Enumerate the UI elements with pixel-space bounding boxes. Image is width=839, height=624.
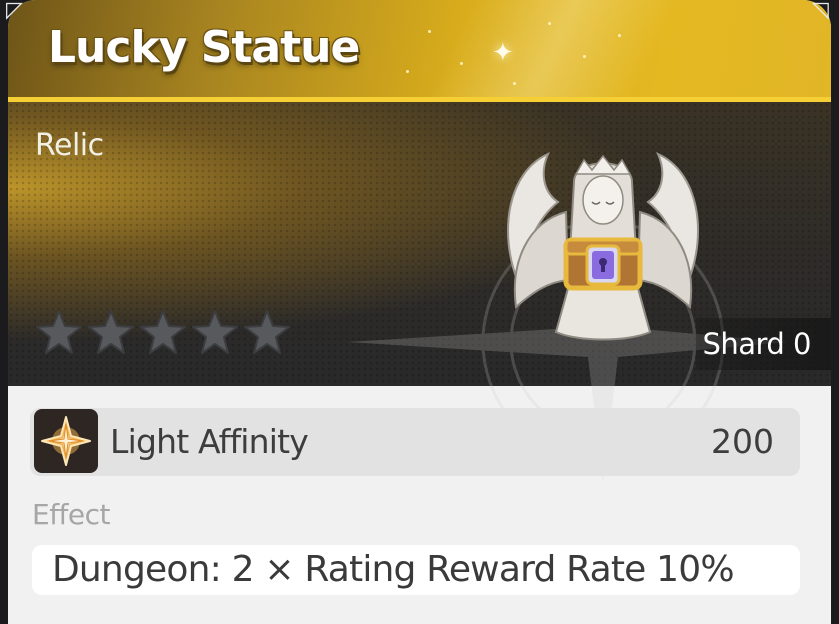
effect-heading: Effect [32, 498, 111, 531]
empty-star-icon [192, 310, 238, 354]
affinity-label: Light Affinity [110, 422, 309, 461]
effect-description: Dungeon: 2 × Rating Reward Rate 10% [52, 549, 735, 590]
title-banner: ✦ Lucky Statue [8, 0, 831, 160]
sparkle-dot [513, 82, 516, 85]
empty-star-icon [88, 310, 134, 354]
light-affinity-compass-star-icon [34, 409, 98, 473]
star-rating [34, 308, 292, 358]
lucky-statue-illustration [507, 152, 699, 341]
sparkle-dot [583, 55, 586, 58]
affinity-row: Light Affinity 200 [30, 408, 800, 476]
sparkle-dot [548, 22, 551, 25]
sparkle-icon: ✦ [492, 38, 514, 68]
sparkle-dot [618, 34, 621, 37]
item-title: Lucky Statue [48, 22, 360, 73]
sparkle-dot [406, 70, 409, 73]
sparkle-dot [460, 62, 463, 65]
frame-corner-ornament-icon: ◸ [6, 0, 23, 23]
empty-star-icon [140, 310, 186, 354]
effect-box: Dungeon: 2 × Rating Reward Rate 10% [32, 545, 800, 595]
empty-star-icon [244, 310, 290, 354]
frame-corner-ornament-icon: ◹ [812, 0, 829, 23]
item-category: Relic [35, 128, 104, 163]
sparkle-dot [428, 30, 431, 33]
shard-count: Shard 0 [696, 318, 831, 370]
affinity-value: 200 [711, 422, 774, 461]
empty-star-icon [36, 310, 82, 354]
item-detail-card: ✦ Lucky Statue Relic Shard 0 Light Affin… [8, 0, 831, 624]
item-art-panel: Relic Shard 0 [8, 102, 831, 482]
